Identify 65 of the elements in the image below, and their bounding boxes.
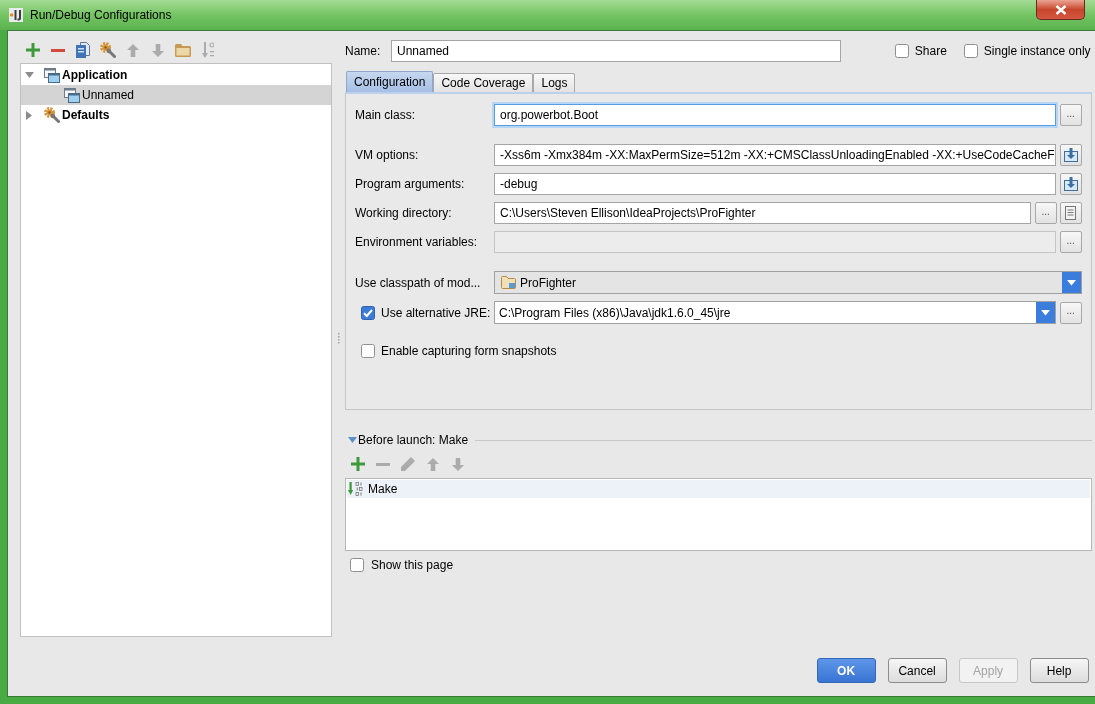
insert-macro-button[interactable] — [1059, 202, 1082, 224]
caret-down-icon — [1061, 272, 1081, 293]
app-logo-icon — [9, 8, 23, 22]
text-field[interactable]: Unnamed — [391, 40, 841, 62]
field-label: VM options: — [355, 147, 419, 164]
checkbox[interactable] — [350, 557, 364, 572]
close-icon — [1054, 4, 1067, 15]
caret-down-icon — [1035, 302, 1055, 323]
text-field[interactable]: -debug — [494, 173, 1056, 195]
checkbox[interactable] — [963, 44, 978, 58]
browse-button[interactable]: ... — [1034, 202, 1057, 224]
expand-button[interactable] — [1059, 173, 1082, 195]
arrow-into-box-icon — [1063, 148, 1078, 162]
tab[interactable]: Configuration — [346, 71, 434, 92]
text-field[interactable]: -Xss6m -Xmx384m -XX:MaxPermSize=512m -XX:+CMSClassUnloadingEnabled -XX:+UseCodeCacheF — [494, 144, 1056, 166]
field-label: Working directory: — [355, 205, 452, 222]
dropdown[interactable]: C:\Program Files (x86)\Java\jdk1.6.0_45\jre — [494, 301, 1056, 324]
tree-item[interactable]: Defaults — [21, 105, 112, 125]
expand-button[interactable] — [1059, 144, 1082, 166]
tree-item[interactable]: Application — [21, 65, 130, 85]
checkbox[interactable] — [361, 343, 375, 358]
dropdown[interactable]: ProFighter — [494, 271, 1082, 294]
tab[interactable]: Code Coverage — [433, 73, 534, 92]
field-label: Use alternative JRE: — [381, 304, 491, 322]
arrow-digits-icon — [348, 482, 364, 496]
field-label: Name: — [345, 44, 381, 58]
plus-icon[interactable] — [351, 457, 365, 471]
triangle-down-icon[interactable] — [348, 437, 357, 443]
field-label: Program arguments: — [355, 176, 465, 193]
browse-button[interactable]: ... — [1059, 301, 1082, 324]
checkbox-label: Show this page — [371, 556, 454, 574]
text-field[interactable]: org.powerbot.Boot — [494, 104, 1056, 126]
dialog-button[interactable]: Cancel — [887, 658, 947, 683]
tab[interactable]: Logs — [533, 73, 576, 92]
field-label: Main class: — [355, 107, 416, 124]
close-button[interactable] — [1036, 0, 1085, 20]
gear-wrench-icon[interactable] — [100, 42, 116, 58]
module-folder-icon — [501, 276, 516, 289]
list-item[interactable]: Make — [347, 480, 1090, 498]
gear-wrench-icon — [44, 107, 60, 123]
checkbox-label: Single instance only — [983, 43, 1091, 60]
dialog-button[interactable]: Help — [1029, 658, 1089, 683]
plus-icon[interactable] — [26, 43, 40, 57]
field-label: Enable capturing form snapshots — [381, 342, 557, 360]
section-title: Before launch: Make — [358, 432, 469, 449]
triangle-right-icon[interactable] — [26, 110, 32, 120]
window-title: Run/Debug Configurations — [30, 7, 172, 24]
document-icon — [1065, 206, 1077, 220]
browse-button[interactable]: ... — [1059, 104, 1082, 126]
copy-icon[interactable] — [76, 42, 90, 58]
primary-button[interactable]: OK — [816, 658, 876, 683]
field-label: Use classpath of mod... — [355, 274, 481, 292]
window-icon — [44, 67, 60, 83]
arrow-into-box-icon — [1063, 177, 1078, 191]
checkbox-label: Share — [914, 43, 947, 60]
field-label: Environment variables: — [355, 234, 478, 251]
grip-icon — [337, 333, 340, 344]
checkbox[interactable] — [361, 305, 375, 320]
triangle-down-icon[interactable] — [24, 72, 34, 78]
text-field[interactable]: C:\Users\Steven Ellison\IdeaProjects\ProFighter — [494, 202, 1031, 224]
tree-item[interactable]: Unnamed — [21, 85, 331, 105]
checkbox[interactable] — [894, 44, 909, 58]
window-icon — [64, 87, 80, 103]
folder-icon[interactable] — [175, 43, 191, 57]
minus-icon[interactable] — [51, 48, 65, 52]
